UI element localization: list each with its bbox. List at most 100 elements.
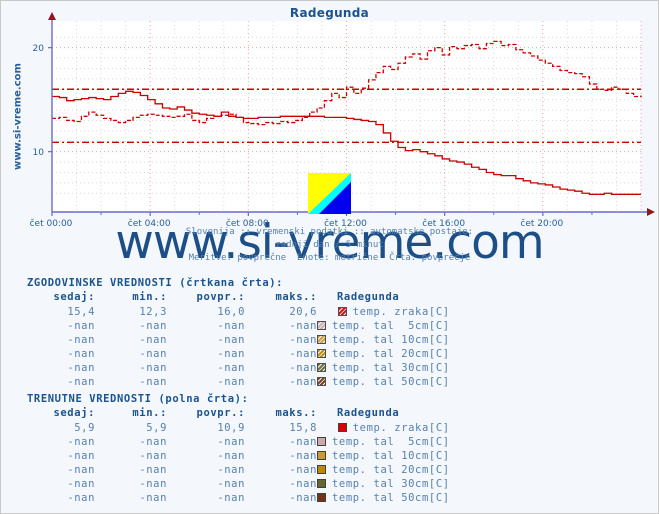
col-header-station: Radegunda	[337, 407, 400, 419]
current-caption: TRENUTNE VREDNOSTI (polna črta):	[27, 393, 249, 405]
subtitle-line-2: zadnji dan / 5 minut	[275, 240, 384, 250]
table-row: -nan -nan -nan -nan temp. tal 20cm[C]	[23, 347, 450, 361]
cell-series-label: temp. zraka[C]	[317, 421, 450, 435]
legend-label: temp. zraka[C]	[352, 422, 450, 434]
cell-maks: 15,8	[289, 422, 317, 434]
cell-maks: -nan	[289, 320, 317, 332]
col-header-povpr: povpr.:	[196, 291, 245, 303]
cell-maks: -nan	[289, 478, 317, 490]
table-header-row: sedaj: min.: povpr.: maks.: Radegunda	[23, 290, 450, 305]
cell-povpr: 16,0	[217, 306, 245, 318]
cell-povpr: -nan	[217, 362, 245, 374]
col-header-povpr: povpr.:	[196, 407, 245, 419]
legend-color-swatch-icon	[317, 335, 326, 344]
col-header-min: min.:	[132, 291, 167, 303]
cell-sedaj: -nan	[67, 450, 95, 462]
cell-maks: -nan	[289, 348, 317, 360]
col-header-sedaj: sedaj:	[53, 291, 95, 303]
table-row: -nan -nan -nan -nan temp. tal 20cm[C]	[23, 463, 450, 477]
cell-maks: -nan	[289, 436, 317, 448]
cell-min: -nan	[139, 436, 167, 448]
cell-min: -nan	[139, 348, 167, 360]
legend-label: temp. tal 5cm[C]	[332, 436, 450, 448]
legend-label: temp. tal 20cm[C]	[332, 464, 450, 476]
cell-series-label: temp. tal 20cm[C]	[317, 463, 450, 477]
cell-maks: -nan	[289, 362, 317, 374]
cell-min: -nan	[139, 464, 167, 476]
historical-table-body: 15,4 12,3 16,0 20,6 temp. zraka[C] -nan -nan -n…	[23, 305, 450, 389]
cell-series-label: temp. tal 5cm[C]	[317, 435, 450, 449]
table-row: -nan -nan -nan -nan temp. tal 5cm[C]	[23, 319, 450, 333]
col-header-sedaj: sedaj:	[53, 407, 95, 419]
legend-color-swatch-icon	[317, 465, 326, 474]
subtitle-line-3: Meritve: povprečne Enote: metrične Črta:…	[188, 253, 471, 263]
cell-min: -nan	[139, 450, 167, 462]
cell-min: 12,3	[139, 306, 167, 318]
legend-label: temp. tal 20cm[C]	[332, 348, 450, 360]
si-vreme-logo-icon	[308, 173, 351, 214]
cell-sedaj: 5,9	[74, 422, 95, 434]
cell-povpr: -nan	[217, 464, 245, 476]
cell-povpr: -nan	[217, 450, 245, 462]
cell-povpr: -nan	[217, 478, 245, 490]
cell-series-label: temp. tal 5cm[C]	[317, 319, 450, 333]
table-row: 15,4 12,3 16,0 20,6 temp. zraka[C]	[23, 305, 450, 319]
cell-povpr: -nan	[217, 320, 245, 332]
legend-color-swatch-icon	[317, 493, 326, 502]
cell-sedaj: -nan	[67, 362, 95, 374]
chart-container: Radegunda www.si-vreme.com 10 20 čet 00:00…	[1, 1, 658, 273]
current-values-block: TRENUTNE VREDNOSTI (polna črta): sedaj: …	[1, 393, 658, 505]
legend-color-swatch-icon	[317, 451, 326, 460]
legend-label: temp. tal 50cm[C]	[332, 376, 450, 388]
historical-values-block: ZGODOVINSKE VREDNOSTI (črtkana črta): se…	[1, 277, 658, 389]
cell-series-label: temp. tal 20cm[C]	[317, 347, 450, 361]
cell-series-label: temp. tal 10cm[C]	[317, 333, 450, 347]
legend-label: temp. tal 30cm[C]	[332, 478, 450, 490]
col-header-maks: maks.:	[275, 407, 317, 419]
legend-color-swatch-icon	[337, 307, 347, 316]
chart-subtitle: Slovenija :: vremenski podatki :: avtoma…	[1, 226, 658, 265]
current-table-body: 5,9 5,9 10,9 15,8 temp. zraka[C] -nan -nan -nan…	[23, 421, 450, 505]
cell-maks: -nan	[289, 492, 317, 504]
legend-label: temp. tal 10cm[C]	[332, 334, 450, 346]
cell-series-label: temp. tal 50cm[C]	[317, 375, 450, 389]
legend-color-swatch-icon	[317, 363, 326, 372]
cell-sedaj: -nan	[67, 320, 95, 332]
cell-sedaj: -nan	[67, 348, 95, 360]
cell-min: -nan	[139, 334, 167, 346]
legend-color-swatch-icon	[317, 349, 326, 358]
cell-povpr: -nan	[217, 376, 245, 388]
historical-values-table: sedaj: min.: povpr.: maks.: Radegunda 15…	[23, 290, 450, 389]
cell-sedaj: -nan	[67, 376, 95, 388]
y-tick-label: 10	[33, 148, 45, 158]
page-root: Radegunda www.si-vreme.com 10 20 čet 00:00…	[0, 0, 659, 514]
cell-min: 5,9	[146, 422, 167, 434]
table-row: -nan -nan -nan -nan temp. tal 50cm[C]	[23, 375, 450, 389]
table-row: -nan -nan -nan -nan temp. tal 50cm[C]	[23, 491, 450, 505]
legend-label: temp. tal 5cm[C]	[332, 320, 450, 332]
cell-povpr: -nan	[217, 436, 245, 448]
table-row: -nan -nan -nan -nan temp. tal 30cm[C]	[23, 361, 450, 375]
table-row: -nan -nan -nan -nan temp. tal 10cm[C]	[23, 333, 450, 347]
cell-maks: 20,6	[289, 306, 317, 318]
cell-sedaj: -nan	[67, 436, 95, 448]
cell-povpr: 10,9	[217, 422, 245, 434]
legend-color-swatch-icon	[337, 423, 347, 432]
table-header-row: sedaj: min.: povpr.: maks.: Radegunda	[23, 406, 450, 421]
legend-color-swatch-icon	[317, 377, 326, 386]
legend-color-swatch-icon	[317, 437, 326, 446]
legend-label: temp. tal 50cm[C]	[332, 492, 450, 504]
cell-series-label: temp. tal 50cm[C]	[317, 491, 450, 505]
legend-color-swatch-icon	[317, 479, 326, 488]
y-axis-arrow	[48, 12, 56, 20]
cell-maks: -nan	[289, 334, 317, 346]
cell-min: -nan	[139, 478, 167, 490]
cell-min: -nan	[139, 320, 167, 332]
cell-sedaj: -nan	[67, 478, 95, 490]
cell-series-label: temp. tal 10cm[C]	[317, 449, 450, 463]
col-header-min: min.:	[132, 407, 167, 419]
subtitle-line-1: Slovenija :: vremenski podatki :: avtoma…	[185, 227, 474, 237]
legend-color-swatch-icon	[317, 321, 326, 330]
cell-maks: -nan	[289, 376, 317, 388]
legend-label: temp. zraka[C]	[352, 306, 450, 318]
